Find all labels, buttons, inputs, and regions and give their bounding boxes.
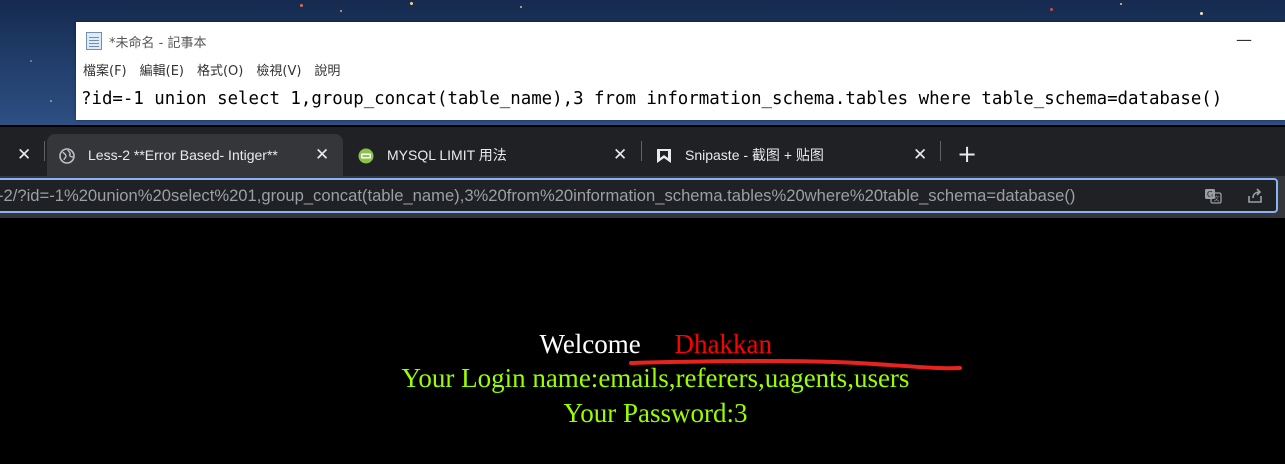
firework-spark	[1120, 3, 1122, 5]
svg-text:文: 文	[1213, 195, 1219, 203]
menu-edit[interactable]: 編輯(E)	[133, 62, 190, 82]
firework-spark	[340, 10, 342, 12]
page-content: Welcome Dhakkan Your Login name:emails,r…	[0, 218, 1285, 428]
address-bar[interactable]: -2/?id=-1%20union%20select%201,group_con…	[0, 178, 1278, 213]
firework-spark	[1200, 12, 1203, 15]
tab-close-button[interactable]: ✕	[913, 134, 927, 176]
menu-format[interactable]: 格式(O)	[190, 62, 249, 82]
site-favicon-icon	[358, 148, 374, 164]
tab-mysql-limit[interactable]: MYSQL LIMIT 用法 ✕	[345, 134, 637, 176]
tab-title: MYSQL LIMIT 用法	[387, 147, 507, 163]
firework-spark	[520, 6, 522, 8]
globe-icon	[59, 148, 75, 164]
svg-text:G: G	[1207, 190, 1213, 199]
tab-separator	[44, 141, 45, 161]
tab-separator	[940, 141, 941, 161]
menu-help[interactable]: 說明	[307, 62, 346, 82]
tab-partial[interactable]: ✕	[0, 134, 40, 176]
address-bar-url[interactable]: -2/?id=-1%20union%20select%201,group_con…	[0, 180, 1075, 211]
menu-file[interactable]: 檔案(F)	[76, 62, 133, 82]
menu-view[interactable]: 檢視(V)	[249, 62, 307, 82]
red-annotation-underline	[629, 359, 962, 371]
tab-title: Less-2 **Error Based- Intiger**	[88, 147, 278, 163]
share-icon[interactable]	[1246, 187, 1264, 205]
browser-tab-strip: ✕ Less-2 **Error Based- Intiger** ✕ MYSQ…	[0, 127, 1285, 176]
tab-snipaste[interactable]: Snipaste - 截图 + 贴图 ✕	[643, 134, 938, 176]
notepad-title: *未命名 - 記事本	[109, 36, 207, 51]
browser-toolbar: -2/?id=-1%20union%20select%201,group_con…	[0, 176, 1285, 218]
tab-separator	[641, 141, 642, 161]
tab-less-2[interactable]: Less-2 **Error Based- Intiger** ✕	[47, 134, 343, 176]
firework-spark	[410, 2, 413, 5]
tab-close-button[interactable]: ✕	[17, 134, 31, 176]
tab-title: Snipaste - 截图 + 贴图	[685, 147, 824, 163]
new-tab-button[interactable]: +	[954, 134, 980, 176]
translate-icon[interactable]: G 文	[1204, 187, 1222, 205]
firework-spark	[300, 4, 303, 7]
firework-spark	[50, 100, 52, 102]
notepad-window: *未命名 - 記事本 — 檔案(F) 編輯(E) 格式(O) 檢視(V) 說明 …	[76, 22, 1285, 120]
notepad-app-icon	[86, 32, 102, 50]
tab-close-button[interactable]: ✕	[315, 134, 329, 176]
notepad-menubar: 檔案(F) 編輯(E) 格式(O) 檢視(V) 說明	[76, 62, 346, 82]
password-line: Your Password:3	[0, 362, 1285, 464]
notepad-titlebar[interactable]: *未命名 - 記事本 —	[76, 22, 1285, 58]
minimize-button[interactable]: —	[1229, 30, 1259, 50]
firework-spark	[30, 60, 32, 62]
notepad-text-area[interactable]: ?id=-1 union select 1,group_concat(table…	[81, 84, 1285, 114]
tab-close-button[interactable]: ✕	[613, 134, 627, 176]
password-label: Your Password:	[563, 398, 735, 428]
snipaste-icon	[657, 149, 671, 163]
password-value: 3	[734, 398, 748, 428]
firework-spark	[1050, 8, 1053, 11]
